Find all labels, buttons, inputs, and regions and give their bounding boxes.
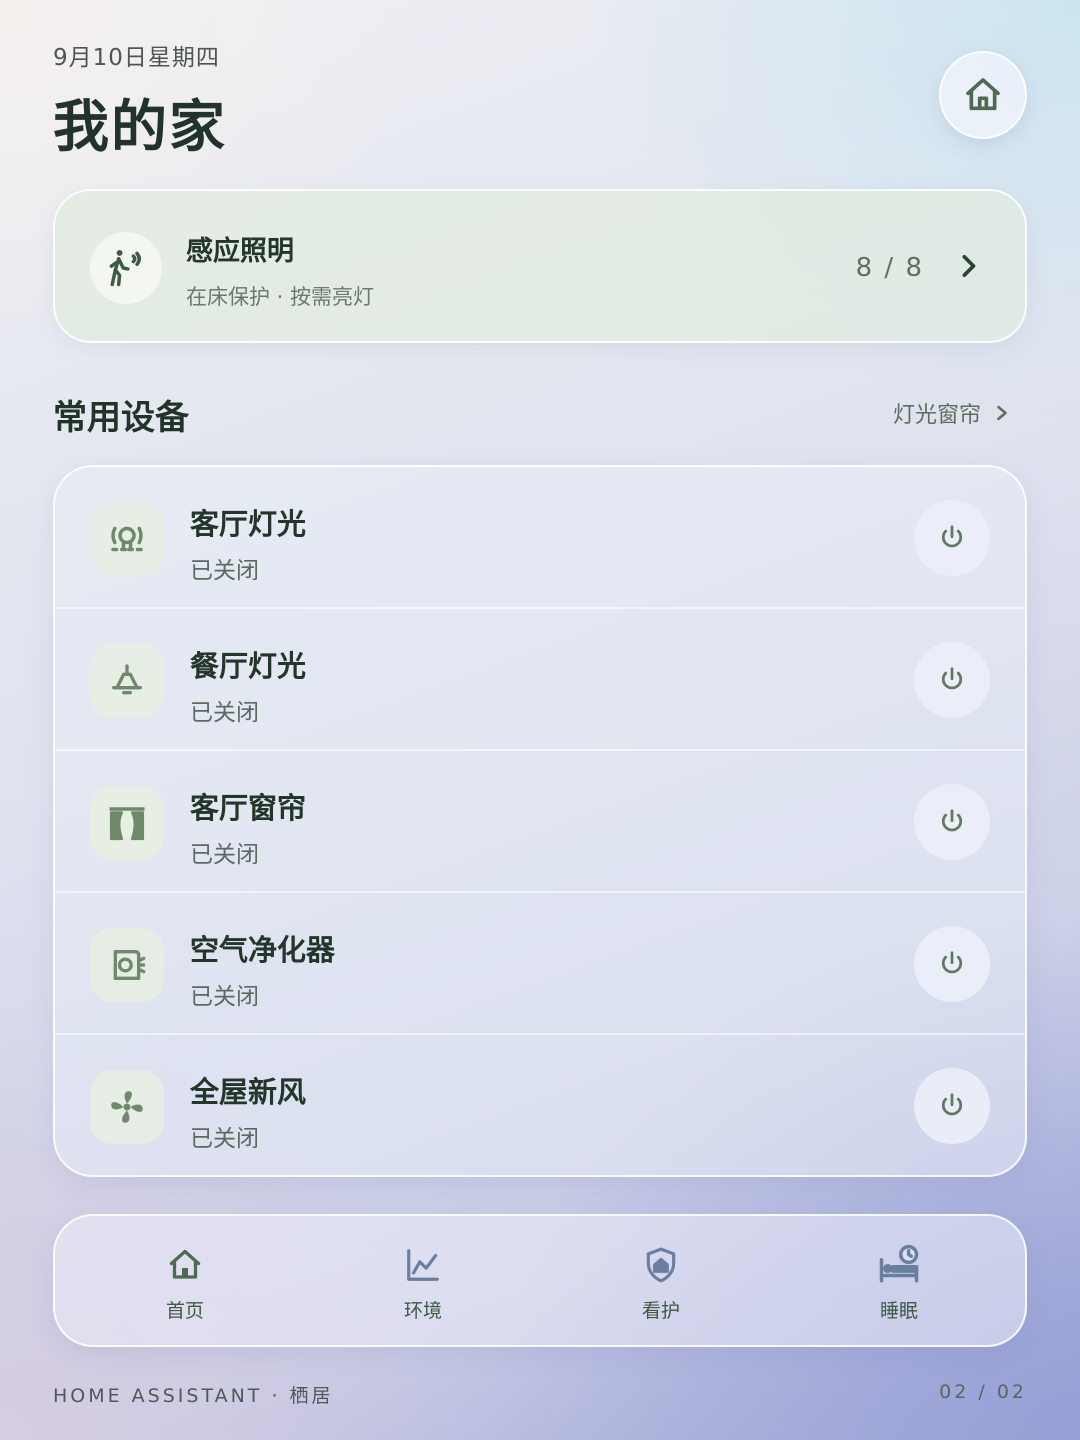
- device-status: 已关闭: [190, 700, 259, 726]
- page-title: 我的家: [53, 95, 227, 160]
- footer-brand: HOME ASSISTANT · 栖居: [53, 1385, 334, 1407]
- pendant-lamp-icon: [112, 664, 142, 695]
- section-link-label: 灯光窗帘: [893, 403, 982, 428]
- sensor-icon-badge: [90, 232, 162, 304]
- chevron-right-icon: [957, 253, 979, 283]
- power-button[interactable]: [914, 500, 990, 576]
- nav-label: 环境: [403, 1300, 442, 1322]
- lights-curtains-link[interactable]: 灯光窗帘: [893, 397, 1009, 429]
- device-row[interactable]: 客厅窗帘 已关闭: [55, 751, 1025, 893]
- device-row[interactable]: 餐厅灯光 已关闭: [55, 609, 1025, 751]
- home-button[interactable]: [939, 51, 1027, 139]
- nav-item-environment[interactable]: 环境: [363, 1244, 483, 1323]
- power-icon: [941, 667, 963, 690]
- home-icon: [169, 1249, 201, 1279]
- device-icon-badge: [90, 1070, 164, 1144]
- power-icon: [941, 1093, 963, 1116]
- nav-label: 睡眠: [879, 1300, 918, 1322]
- power-icon: [941, 809, 963, 832]
- device-status: 已关闭: [190, 558, 259, 584]
- device-row[interactable]: 客厅灯光 已关闭: [55, 467, 1025, 609]
- device-name: 空气净化器: [190, 933, 336, 967]
- date-label: 9月10日星期四: [53, 45, 220, 71]
- device-name: 全屋新风: [190, 1075, 307, 1109]
- sensor-subtitle: 在床保护 · 按需亮灯: [186, 285, 375, 309]
- nav-item-care[interactable]: 看护: [601, 1244, 721, 1323]
- air-purifier-icon: [113, 950, 146, 980]
- ceiling-light-icon: [111, 526, 143, 552]
- device-status: 已关闭: [190, 1126, 259, 1152]
- sensor-title: 感应照明: [186, 236, 294, 267]
- section-title: 常用设备: [53, 398, 189, 438]
- device-status: 已关闭: [190, 842, 259, 868]
- nav-label: 看护: [641, 1300, 680, 1322]
- device-list: 客厅灯光 已关闭 餐厅灯光 已关闭 客厅窗帘 已关闭 空气净化器 已关闭 全屋新…: [53, 465, 1027, 1177]
- power-button[interactable]: [914, 784, 990, 860]
- nav-item-home[interactable]: 首页: [125, 1244, 245, 1323]
- power-button[interactable]: [914, 926, 990, 1002]
- device-row[interactable]: 全屋新风 已关闭: [55, 1035, 1025, 1175]
- power-icon: [941, 525, 963, 548]
- device-row[interactable]: 空气净化器 已关闭: [55, 893, 1025, 1035]
- sensor-lighting-card[interactable]: 感应照明 在床保护 · 按需亮灯 8 / 8: [53, 189, 1027, 343]
- chevron-right-icon: [997, 405, 1007, 421]
- device-status: 已关闭: [190, 984, 259, 1010]
- bed-clock-icon: [879, 1244, 919, 1283]
- power-button[interactable]: [914, 642, 990, 718]
- device-name: 客厅窗帘: [190, 791, 307, 825]
- home-icon: [966, 78, 1000, 111]
- sensor-count: 8 / 8: [855, 253, 924, 283]
- device-icon-badge: [90, 644, 164, 718]
- shield-home-icon: [646, 1247, 676, 1283]
- fan-icon: [111, 1091, 143, 1123]
- power-button[interactable]: [914, 1068, 990, 1144]
- page-indicator: 02 / 02: [939, 1381, 1027, 1403]
- chart-line-icon: [407, 1249, 439, 1281]
- device-icon-badge: [90, 786, 164, 860]
- bottom-nav: 首页 环境 看护 睡眠: [53, 1214, 1027, 1347]
- device-icon-badge: [90, 502, 164, 576]
- device-name: 餐厅灯光: [190, 649, 307, 683]
- nav-item-sleep[interactable]: 睡眠: [839, 1244, 959, 1323]
- motion-sensor-icon: [109, 250, 142, 287]
- power-icon: [941, 951, 963, 974]
- device-icon-badge: [90, 928, 164, 1002]
- curtain-icon: [109, 807, 145, 841]
- nav-label: 首页: [165, 1300, 204, 1322]
- device-name: 客厅灯光: [190, 507, 307, 541]
